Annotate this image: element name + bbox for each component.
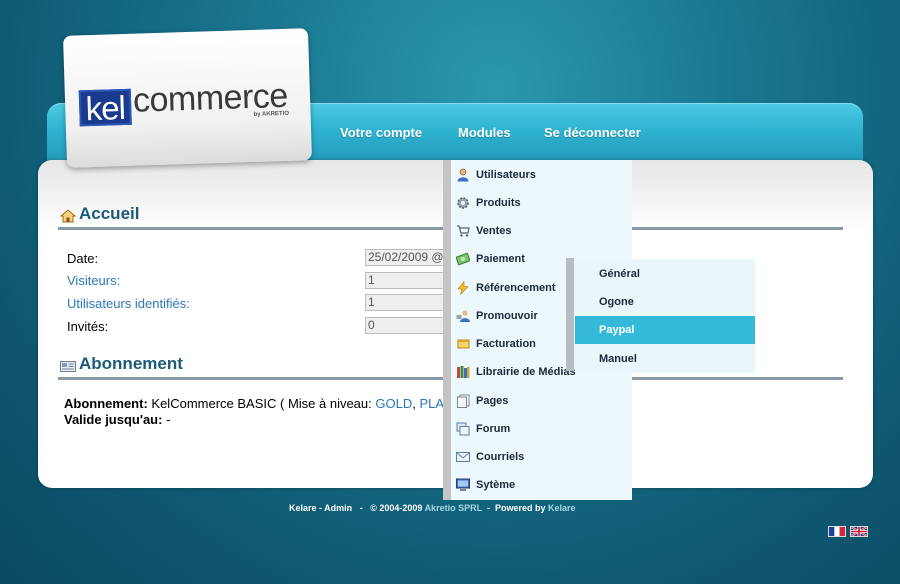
submenu-item-ogone[interactable]: Ogone — [575, 288, 755, 316]
subscription-icon — [60, 359, 76, 377]
system-icon — [456, 478, 470, 492]
menu-item-courriels[interactable]: Courriels — [451, 443, 632, 471]
menu-item-forum[interactable]: Forum — [451, 415, 632, 443]
media-library-icon — [456, 365, 470, 379]
dropdown-scrollbar[interactable] — [566, 258, 574, 371]
guests-label: Invités: — [67, 319, 109, 334]
menu-item-pages[interactable]: Pages — [451, 387, 632, 415]
footer-separator-2: - — [486, 503, 490, 513]
nav-se-deconnecter[interactable]: Se déconnecter — [544, 125, 641, 140]
cart-icon — [456, 224, 470, 238]
mail-icon — [456, 450, 470, 464]
footer-company-link[interactable]: Akretio SPRL — [425, 503, 482, 513]
menu-item-produits[interactable]: Produits — [451, 189, 632, 217]
gear-icon — [456, 196, 470, 210]
footer-user: Kelare - Admin — [289, 503, 353, 513]
money-icon — [455, 252, 471, 266]
subscription-label: Abonnement: — [64, 396, 148, 411]
menu-item-utilisateurs[interactable]: Utilisateurs — [451, 161, 632, 189]
pages-icon — [456, 394, 470, 408]
submenu-item-manuel[interactable]: Manuel — [575, 345, 755, 373]
footer-powered: Powered by — [494, 503, 546, 513]
footer-brand-link[interactable]: Kelare — [548, 503, 576, 513]
logo-kel: kel — [78, 88, 132, 127]
menu-item-ventes[interactable]: Ventes — [451, 217, 632, 245]
submenu-item-general[interactable]: Général — [575, 260, 755, 288]
date-field: 25/02/2009 @ — [365, 249, 445, 266]
payment-submenu: Général Ogone Paypal Manuel — [575, 259, 755, 373]
subscription-title: Abonnement — [79, 354, 183, 373]
upgrade-separator: , — [412, 396, 416, 411]
footer: Kelare - Admin - © 2004-2009 Akretio SPR… — [289, 503, 576, 513]
upgrade-platinum-link[interactable]: PLA — [419, 396, 444, 411]
footer-copyright: © 2004-2009 — [370, 503, 423, 513]
invoice-icon — [456, 337, 470, 351]
logo-byline: by AKRETIO — [253, 110, 290, 118]
visitors-label[interactable]: Visiteurs: — [67, 273, 120, 288]
subscription-line: Abonnement: KelCommerce BASIC ( Mise à n… — [64, 396, 444, 411]
upgrade-gold-link[interactable]: GOLD — [375, 396, 412, 411]
forum-icon — [456, 422, 470, 436]
visitors-field: 1 — [365, 272, 445, 289]
valid-until-label: Valide jusqu'au: — [64, 412, 163, 427]
date-label: Date: — [67, 251, 99, 266]
uk-flag-icon[interactable] — [850, 526, 868, 537]
nav-modules[interactable]: Modules — [458, 125, 511, 140]
home-title: Accueil — [79, 204, 140, 223]
lightning-icon — [456, 280, 470, 295]
subscription-text: KelCommerce BASIC ( Mise à niveau: — [151, 396, 372, 411]
submenu-item-paypal[interactable]: Paypal — [575, 316, 755, 344]
logo[interactable]: kel commerce by AKRETIO — [62, 28, 313, 168]
home-icon — [59, 209, 77, 228]
valid-until-line: Valide jusqu'au: - — [64, 412, 170, 427]
guests-field: 0 — [365, 317, 445, 334]
promote-icon — [456, 309, 470, 323]
identified-users-field: 1 — [365, 294, 445, 311]
footer-separator: - — [359, 503, 363, 513]
menu-item-systeme[interactable]: Sytème — [451, 471, 632, 499]
identified-users-label[interactable]: Utilisateurs identifiés: — [67, 296, 190, 311]
valid-until-value: - — [166, 412, 171, 427]
nav-votre-compte[interactable]: Votre compte — [340, 125, 422, 140]
french-flag-icon[interactable] — [828, 526, 846, 537]
user-icon — [456, 168, 470, 182]
